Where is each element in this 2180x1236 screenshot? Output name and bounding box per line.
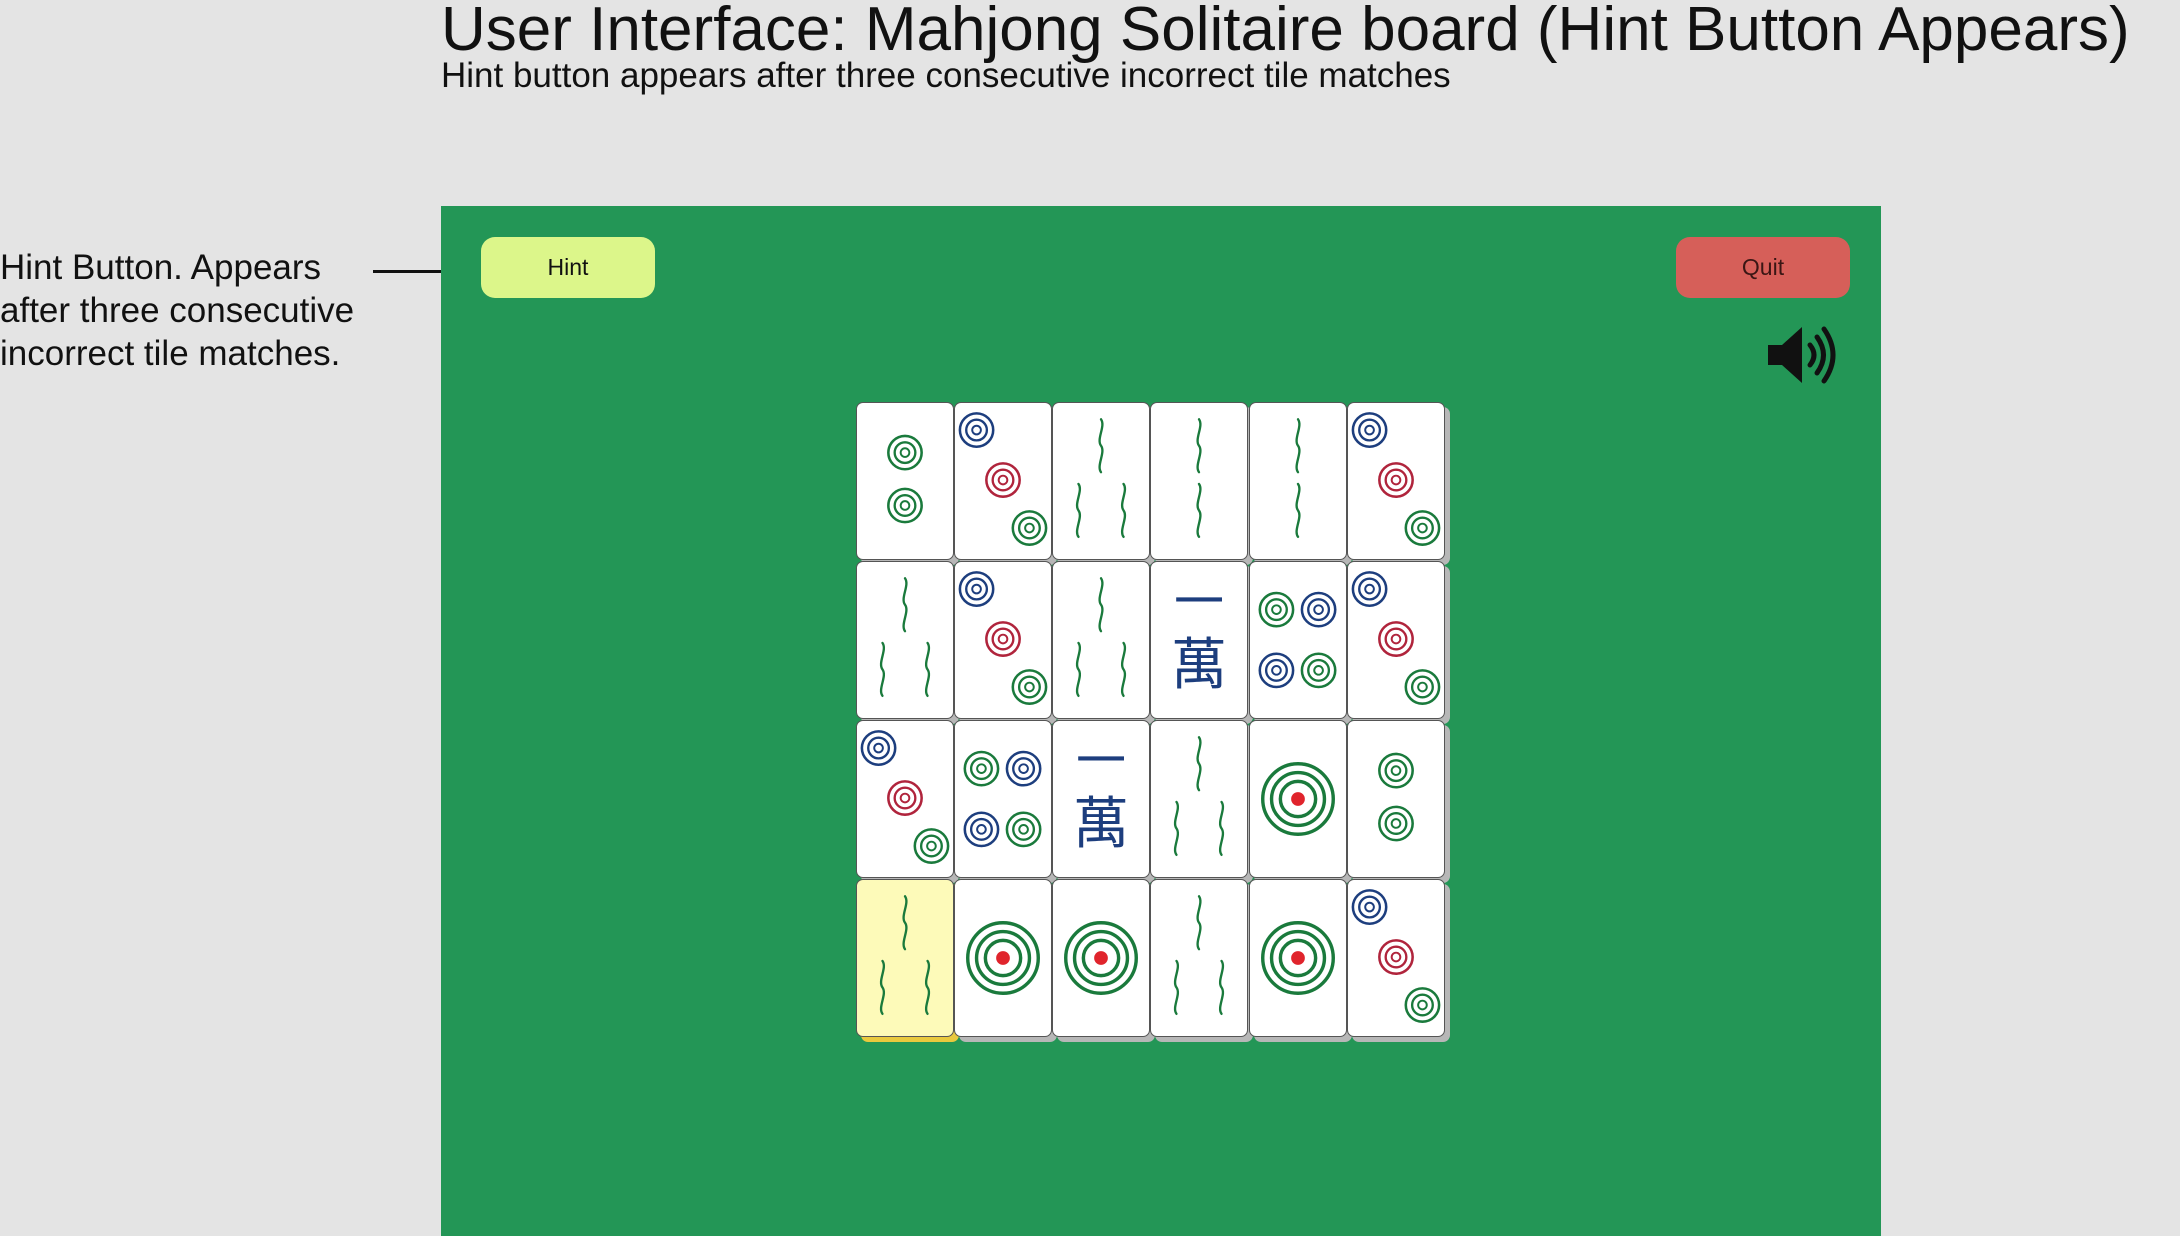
bamboo-icon bbox=[1075, 577, 1127, 698]
bamboo-icon bbox=[1295, 418, 1301, 539]
bamboo-two-tile[interactable] bbox=[1249, 402, 1347, 560]
dots-icon bbox=[887, 434, 923, 524]
dots-four-tile[interactable] bbox=[954, 720, 1052, 878]
character-one-tile[interactable]: 一萬 bbox=[1052, 720, 1150, 878]
bamboo-three-tile[interactable] bbox=[856, 879, 954, 1037]
dots-icon bbox=[1378, 752, 1414, 842]
bamboo-three-tile[interactable] bbox=[1052, 561, 1150, 719]
game-board: Hint Quit 一萬一萬 bbox=[441, 206, 1881, 1236]
bamboo-two-tile[interactable] bbox=[1150, 402, 1248, 560]
bamboo-icon bbox=[879, 577, 931, 698]
wan-glyph: 萬 bbox=[1073, 792, 1129, 857]
dots-icon bbox=[958, 571, 1048, 705]
dots-icon bbox=[1261, 762, 1335, 836]
bamboo-icon bbox=[1173, 736, 1225, 857]
dots-four-tile[interactable] bbox=[1249, 561, 1347, 719]
bamboo-icon bbox=[879, 895, 931, 1016]
dots-three-tile[interactable] bbox=[1347, 561, 1445, 719]
dots-icon bbox=[1261, 921, 1335, 995]
dots-three-tile[interactable] bbox=[954, 402, 1052, 560]
dots-icon bbox=[958, 412, 1048, 546]
dots-two-tile[interactable] bbox=[856, 402, 954, 560]
speaker-volume-icon[interactable] bbox=[1766, 325, 1842, 385]
dots-three-tile[interactable] bbox=[1347, 879, 1445, 1037]
dots-three-tile[interactable] bbox=[1347, 402, 1445, 560]
dots-one-tile[interactable] bbox=[1249, 720, 1347, 878]
dots-icon bbox=[1351, 412, 1441, 546]
dots-icon bbox=[966, 921, 1040, 995]
dots-three-tile[interactable] bbox=[954, 561, 1052, 719]
dots-icon bbox=[1258, 591, 1337, 689]
dots-icon bbox=[1351, 889, 1441, 1023]
bamboo-three-tile[interactable] bbox=[856, 561, 954, 719]
wan-numeral: 一 bbox=[1174, 573, 1224, 631]
bamboo-icon bbox=[1196, 418, 1202, 539]
dots-icon bbox=[860, 730, 950, 864]
bamboo-icon bbox=[1173, 895, 1225, 1016]
dots-one-tile[interactable] bbox=[1052, 879, 1150, 1037]
wan-glyph: 萬 bbox=[1171, 633, 1227, 698]
bamboo-three-tile[interactable] bbox=[1052, 402, 1150, 560]
page-subtitle: Hint button appears after three consecut… bbox=[441, 56, 1451, 95]
dots-icon bbox=[1351, 571, 1441, 705]
wan-numeral: 一 bbox=[1076, 732, 1126, 790]
dots-three-tile[interactable] bbox=[856, 720, 954, 878]
dots-one-tile[interactable] bbox=[1249, 879, 1347, 1037]
character-one-tile[interactable]: 一萬 bbox=[1150, 561, 1248, 719]
hint-button[interactable]: Hint bbox=[481, 237, 655, 298]
hint-button-annotation: Hint Button. Appears after three consecu… bbox=[0, 248, 355, 373]
dots-one-tile[interactable] bbox=[954, 879, 1052, 1037]
quit-button[interactable]: Quit bbox=[1676, 237, 1850, 298]
page-title: User Interface: Mahjong Solitaire board … bbox=[441, 0, 2130, 64]
bamboo-icon bbox=[1075, 418, 1127, 539]
dots-icon bbox=[1064, 921, 1138, 995]
dots-icon bbox=[963, 750, 1042, 848]
bamboo-three-tile[interactable] bbox=[1150, 879, 1248, 1037]
bamboo-three-tile[interactable] bbox=[1150, 720, 1248, 878]
dots-two-tile[interactable] bbox=[1347, 720, 1445, 878]
